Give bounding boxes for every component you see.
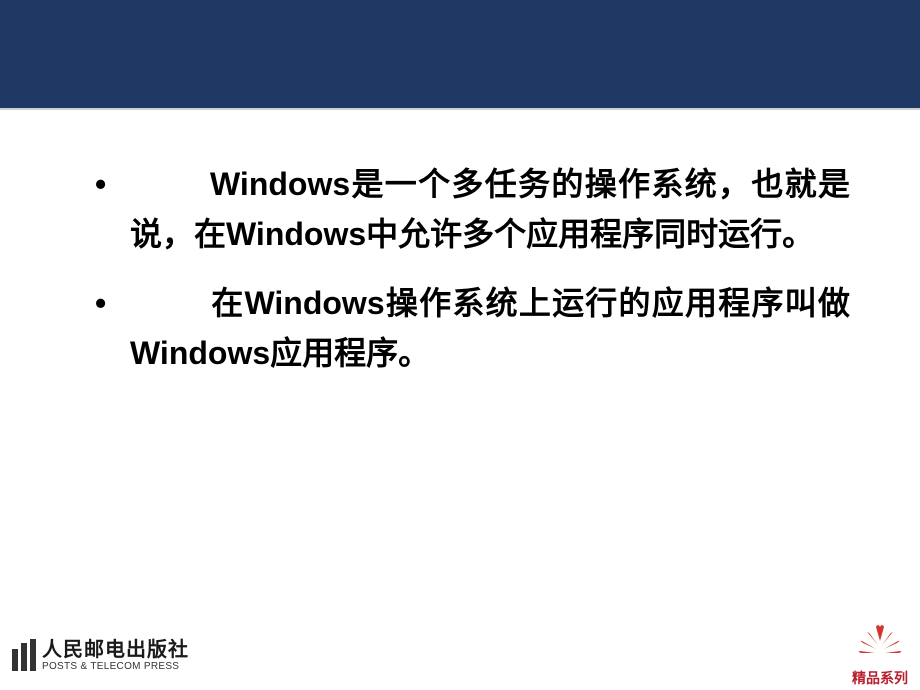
list-item: Windows是一个多任务的操作系统，也就是说，在Windows中允许多个应用程… — [90, 160, 850, 259]
bullet-text: 在Windows操作系统上运行的应用程序叫做Windows应用程序。 — [130, 285, 850, 371]
title-bar — [0, 0, 920, 110]
bullet-text: Windows是一个多任务的操作系统，也就是说，在Windows中允许多个应用程… — [130, 166, 850, 252]
series-logo: 精品系列 — [852, 623, 908, 688]
publisher-logo: 人民邮电出版社 POSTS & TELECOM PRESS — [12, 639, 189, 672]
publisher-bars-icon — [12, 639, 36, 671]
slide-footer: 人民邮电出版社 POSTS & TELECOM PRESS 精品系列 — [0, 625, 920, 685]
slide-content: Windows是一个多任务的操作系统，也就是说，在Windows中允许多个应用程… — [0, 110, 920, 378]
bullet-list: Windows是一个多任务的操作系统，也就是说，在Windows中允许多个应用程… — [90, 160, 850, 378]
publisher-name-cn: 人民邮电出版社 — [42, 639, 189, 661]
list-item: 在Windows操作系统上运行的应用程序叫做Windows应用程序。 — [90, 279, 850, 378]
flower-icon — [858, 623, 902, 666]
publisher-name-en: POSTS & TELECOM PRESS — [42, 661, 189, 672]
series-label: 精品系列 — [852, 668, 908, 688]
